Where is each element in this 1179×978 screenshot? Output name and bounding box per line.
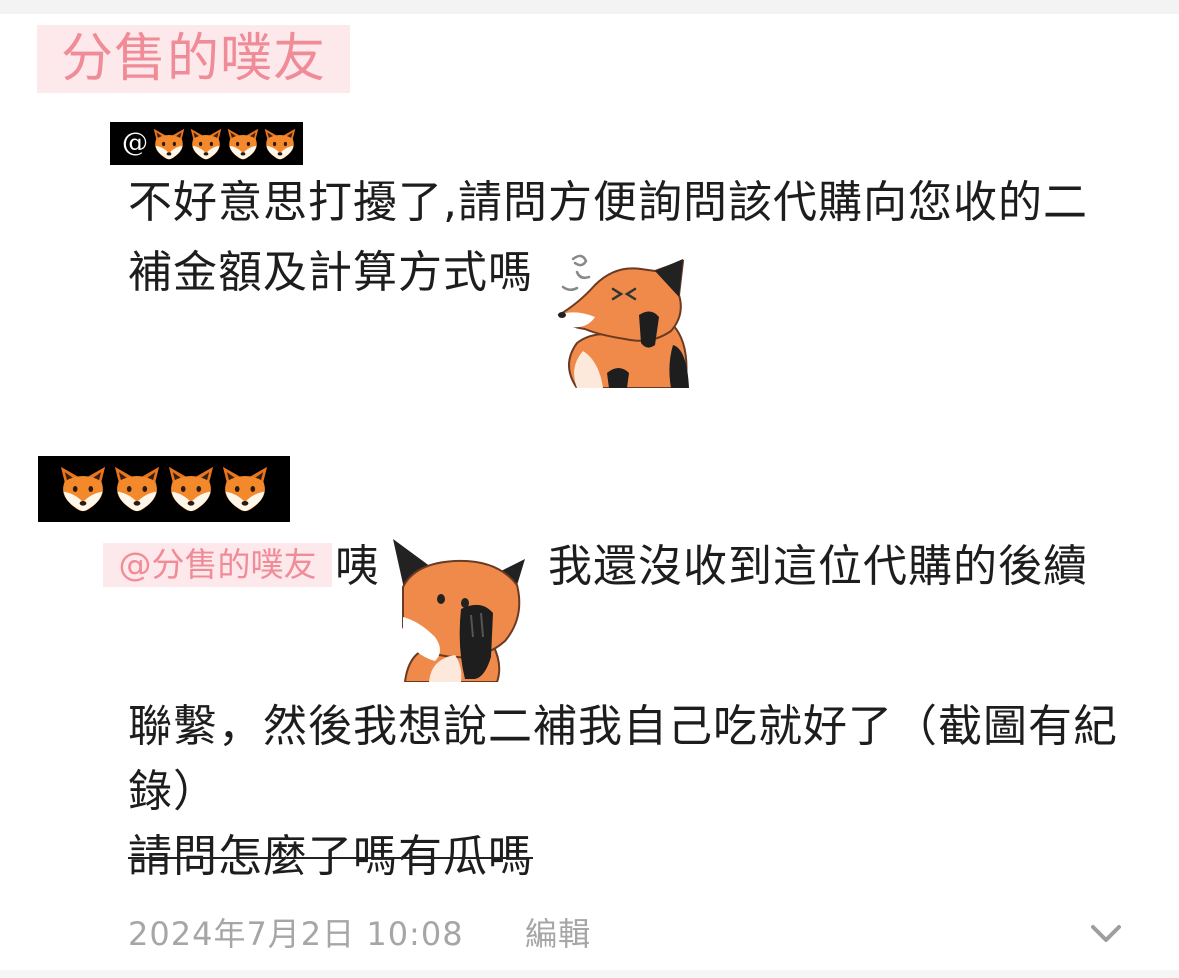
mention-at-sign: @ — [122, 128, 148, 158]
edit-button[interactable]: 編輯 — [525, 914, 591, 954]
comment-text-line: 聯繫，然後我想說二補我自己吃就好了（截圖有紀 — [128, 701, 1118, 752]
strikethrough-text-line: 請問怎麼了嗎有瓜嗎 — [128, 831, 533, 882]
fox-face-icon — [188, 126, 224, 162]
comment-text-line: 補金額及計算方式嗎 — [128, 247, 533, 298]
mention-name-icons — [151, 126, 298, 162]
bottom-strip — [0, 970, 1179, 978]
fox-face-icon — [262, 126, 298, 162]
author-name-icons — [57, 463, 271, 515]
top-strip — [0, 0, 1179, 14]
fox-face-icon — [111, 463, 163, 515]
chevron-down-icon[interactable] — [1090, 924, 1122, 944]
fox-hand-on-mouth-sticker — [385, 537, 530, 682]
comment-text-line: 咦 — [335, 541, 380, 592]
fox-face-icon — [225, 126, 261, 162]
mention-tag[interactable]: @分售的噗友 — [103, 543, 332, 587]
fox-face-icon — [219, 463, 271, 515]
author-name[interactable] — [38, 456, 290, 522]
fox-face-icon — [57, 463, 109, 515]
comment-text-line: 不好意思打擾了,請問方便詢問該代購向您收的二 — [128, 177, 1088, 228]
timestamp: 2024年7月2日 10:08 — [128, 915, 464, 953]
fox-covering-face-sticker — [555, 245, 695, 388]
fox-face-icon — [151, 126, 187, 162]
fox-face-icon — [165, 463, 217, 515]
mention-tag[interactable]: @ — [110, 122, 303, 165]
comment-text-line: 我還沒收到這位代購的後續 — [548, 541, 1088, 592]
author-name[interactable]: 分售的噗友 — [37, 25, 350, 93]
comment-text-line: 錄） — [128, 766, 218, 817]
